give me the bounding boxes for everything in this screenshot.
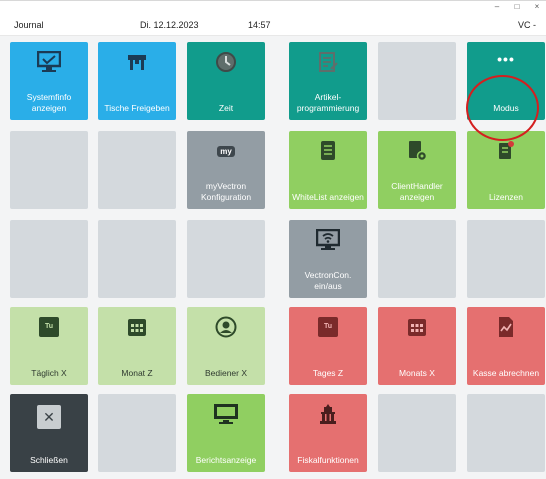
header-time: 14:57	[248, 20, 271, 30]
function-grid: Systemfinfo anzeigen Tische Freigeben Ze…	[0, 36, 546, 479]
tile-label: ClientHandler anzeigen	[391, 181, 443, 202]
tile-label: Berichtsanzeige	[195, 455, 257, 465]
tile-label: Lizenzen	[488, 192, 524, 202]
tile-empty	[378, 394, 456, 472]
tile-fiskalfunktionen[interactable]: Fiskalfunktionen	[289, 394, 367, 472]
app-title: Journal	[14, 20, 44, 30]
tile-clienthandler-anzeigen[interactable]: ClientHandler anzeigen	[378, 131, 456, 209]
header-date: Di. 12.12.2023	[140, 20, 199, 30]
table-icon	[124, 49, 150, 75]
tile-schliessen[interactable]: ✕ Schließen	[10, 394, 88, 472]
tile-artikel-programmierung[interactable]: Artikel-programmierung	[289, 42, 367, 120]
tile-label: Systemfinfo anzeigen	[26, 92, 72, 113]
tile-taeglich-x[interactable]: Tu Täglich X	[10, 307, 88, 385]
tile-empty	[378, 220, 456, 298]
tile-label: Zeit	[218, 103, 234, 113]
calendar-grid-icon	[124, 314, 150, 340]
tile-lizenzen[interactable]: Lizenzen	[467, 131, 545, 209]
tile-label: Tische Freigeben	[104, 103, 170, 113]
monitor-check-icon	[36, 49, 62, 75]
calendar-day-text: Tu	[44, 323, 54, 330]
tile-bediener-x[interactable]: Bediener X	[187, 307, 265, 385]
clock-icon	[213, 49, 239, 75]
tile-myvectron-konfiguration[interactable]: my myVectron Konfiguration	[187, 131, 265, 209]
tile-vectroncon-ein-aus[interactable]: VectronCon. ein/aus	[289, 220, 367, 298]
window-titlebar: – □ ×	[0, 0, 546, 14]
tile-label: Fiskalfunktionen	[297, 455, 359, 465]
tile-systeminfo[interactable]: Systemfinfo anzeigen	[10, 42, 88, 120]
tile-label: myVectron Konfiguration	[200, 181, 252, 202]
list-document-icon	[315, 138, 341, 164]
tile-label: Monat Z	[121, 368, 153, 378]
tile-label: Kasse abrechnen	[472, 368, 540, 378]
close-window-button[interactable]: ×	[530, 2, 544, 12]
tile-label: Täglich X	[31, 368, 67, 378]
tile-kasse-abrechnen[interactable]: Kasse abrechnen	[467, 307, 545, 385]
tile-empty	[467, 394, 545, 472]
tile-empty	[187, 220, 265, 298]
close-icon: ✕	[36, 404, 62, 430]
tile-empty	[98, 220, 176, 298]
tile-zeit[interactable]: Zeit	[187, 42, 265, 120]
report-chart-icon	[493, 314, 519, 340]
tile-empty	[98, 394, 176, 472]
government-building-icon	[315, 401, 341, 427]
tile-label: VectronCon. ein/aus	[304, 270, 352, 291]
tile-label: Tages Z	[312, 368, 344, 378]
user-icon	[213, 314, 239, 340]
tile-tische-freigeben[interactable]: Tische Freigeben	[98, 42, 176, 120]
close-x-glyph: ✕	[37, 405, 61, 429]
document-gear-icon	[404, 138, 430, 164]
calendar-icon: Tu	[315, 314, 341, 340]
tile-monat-z[interactable]: Monat Z	[98, 307, 176, 385]
header-bar: Journal Di. 12.12.2023 14:57 VC -	[0, 14, 546, 36]
calendar-day-text: Tu	[323, 323, 333, 330]
tile-tages-z[interactable]: Tu Tages Z	[289, 307, 367, 385]
myvectron-icon: my	[213, 138, 239, 164]
edit-document-icon	[315, 49, 341, 75]
my-badge: my	[217, 145, 235, 157]
calendar-grid-icon	[404, 314, 430, 340]
tile-empty	[378, 42, 456, 120]
header-user: VC -	[518, 20, 536, 30]
tile-label: Schließen	[30, 455, 68, 465]
monitor-icon	[213, 401, 239, 427]
license-document-icon	[493, 138, 519, 164]
more-dots-icon: •••	[497, 51, 515, 67]
tile-empty	[10, 131, 88, 209]
tile-label: Artikel-programmierung	[296, 92, 360, 113]
tile-empty	[467, 220, 545, 298]
tile-berichtsanzeige[interactable]: Berichtsanzeige	[187, 394, 265, 472]
tile-whitelist-anzeigen[interactable]: WhiteList anzeigen	[289, 131, 367, 209]
tile-empty	[98, 131, 176, 209]
tile-label: Bediener X	[204, 368, 248, 378]
monitor-signal-icon	[315, 227, 341, 253]
minimize-button[interactable]: –	[490, 2, 504, 12]
maximize-button[interactable]: □	[510, 2, 524, 12]
tile-label: Monats X	[399, 368, 435, 378]
calendar-icon: Tu	[36, 314, 62, 340]
tile-monats-x[interactable]: Monats X	[378, 307, 456, 385]
tile-label: WhiteList anzeigen	[292, 192, 364, 202]
tile-empty	[10, 220, 88, 298]
highlight-circle-annotation	[466, 75, 539, 141]
